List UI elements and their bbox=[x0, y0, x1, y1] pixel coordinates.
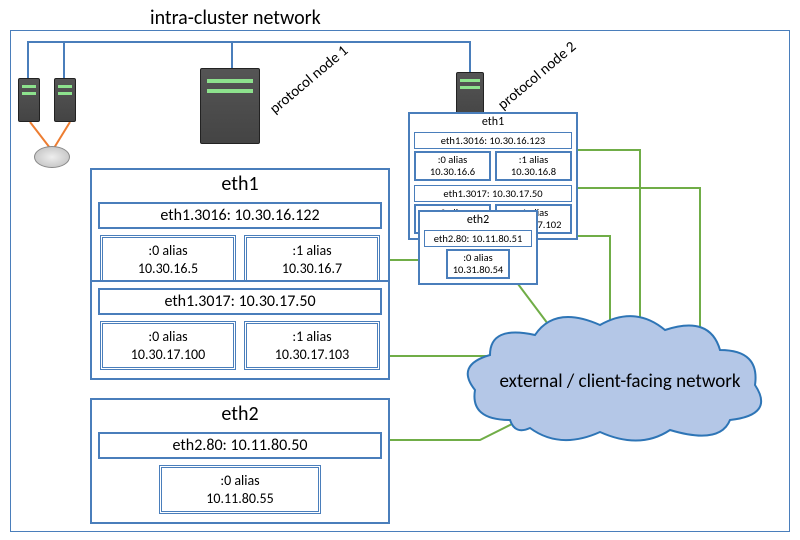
alias-label: :1 alias bbox=[292, 242, 331, 259]
intra-cluster-title: intra-cluster network bbox=[150, 6, 321, 30]
network-diagram: intra-cluster network protocol node 1 pr… bbox=[0, 0, 800, 540]
n1-eth1-3017-alias1: :1 alias 10.30.17.103 bbox=[244, 321, 380, 370]
n1-eth2-panel: eth2 eth2.80: 10.11.80.50 :0 alias 10.11… bbox=[90, 398, 390, 524]
alias-label: :1 alias bbox=[519, 153, 549, 166]
n1-eth1-3017-alias0: :0 alias 10.30.17.100 bbox=[100, 321, 236, 370]
n1-eth1-3016-alias0: :0 alias 10.30.16.5 bbox=[100, 235, 236, 284]
alias-label: :0 alias bbox=[438, 153, 468, 166]
alias-ip: 10.31.80.54 bbox=[453, 263, 504, 276]
alias-label: :0 alias bbox=[148, 242, 187, 259]
n2-eth1-3016-header: eth1.3016: 10.30.16.123 bbox=[414, 132, 572, 149]
n2-eth1-3016-alias0: :0 alias 10.30.16.6 bbox=[414, 151, 491, 181]
alias-label: :0 alias bbox=[148, 328, 187, 345]
alias-ip: 10.30.16.7 bbox=[282, 260, 342, 277]
alias-label: :0 alias bbox=[220, 472, 259, 489]
alias-label: :0 alias bbox=[463, 251, 493, 264]
n1-eth1-3016-panel: eth1 eth1.3016: 10.30.16.122 :0 alias 10… bbox=[90, 168, 390, 294]
eth2-header: eth2 bbox=[92, 400, 388, 428]
storage-server-icon bbox=[18, 78, 40, 122]
eth1-header: eth1 bbox=[92, 170, 388, 198]
n2-eth2-80-alias0: :0 alias 10.31.80.54 bbox=[446, 249, 510, 279]
alias-ip: 10.30.16.6 bbox=[430, 165, 475, 178]
storage-server-icon bbox=[54, 78, 76, 122]
alias-label: :1 alias bbox=[292, 328, 331, 345]
n1-eth1-3016-alias1: :1 alias 10.30.16.7 bbox=[244, 235, 380, 284]
alias-ip: 10.30.16.5 bbox=[138, 260, 198, 277]
n1-eth1-3017-header: eth1.3017: 10.30.17.50 bbox=[98, 288, 382, 315]
cloud-label: external / client-facing network bbox=[470, 370, 770, 393]
n1-eth2-80-header: eth2.80: 10.11.80.50 bbox=[98, 432, 382, 459]
n2-eth1-header: eth1 bbox=[410, 114, 576, 130]
n1-eth1-3017-panel: eth1.3017: 10.30.17.50 :0 alias 10.30.17… bbox=[90, 280, 390, 380]
disk-icon bbox=[34, 146, 70, 168]
n2-eth2-80-header: eth2.80: 10.11.80.51 bbox=[424, 230, 532, 247]
n2-eth2-panel: eth2 eth2.80: 10.11.80.51 :0 alias 10.31… bbox=[418, 210, 538, 285]
alias-ip: 10.30.16.8 bbox=[511, 165, 556, 178]
n2-eth2-header: eth2 bbox=[420, 212, 536, 228]
n1-eth2-80-alias0: :0 alias 10.11.80.55 bbox=[159, 465, 322, 514]
n2-eth1-3016-alias1: :1 alias 10.30.16.8 bbox=[495, 151, 572, 181]
alias-ip: 10.30.17.103 bbox=[275, 346, 349, 363]
alias-ip: 10.11.80.55 bbox=[206, 490, 273, 507]
n2-eth1-3017-header: eth1.3017: 10.30.17.50 bbox=[414, 185, 572, 202]
n1-eth1-3016-header: eth1.3016: 10.30.16.122 bbox=[98, 202, 382, 229]
protocol-node-1-icon bbox=[200, 68, 260, 144]
alias-ip: 10.30.17.100 bbox=[131, 346, 205, 363]
